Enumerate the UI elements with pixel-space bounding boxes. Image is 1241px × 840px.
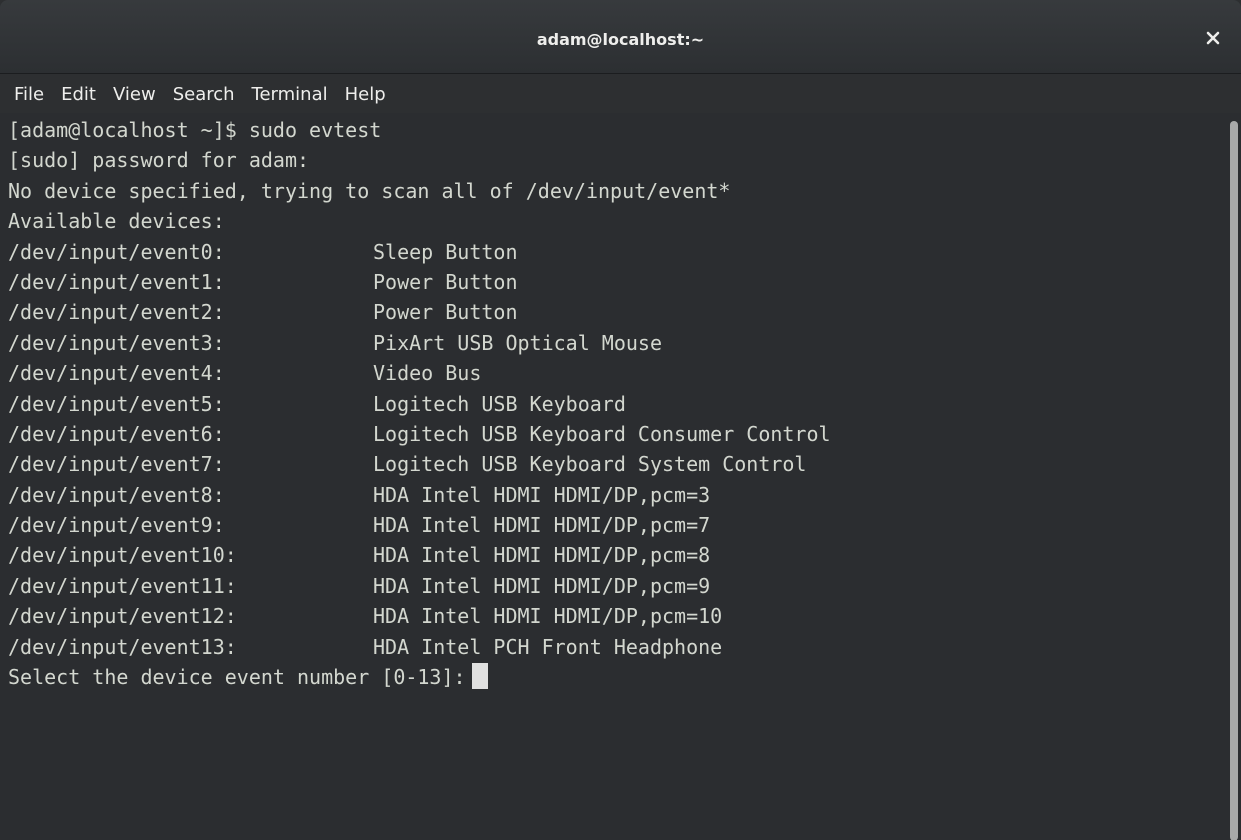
menu-bar: File Edit View Search Terminal Help [0, 75, 1241, 113]
device-row: /dev/input/event6: Logitech USB Keyboard … [8, 419, 1226, 449]
device-path: /dev/input/event6: [8, 421, 225, 446]
scrollbar-thumb[interactable] [1230, 121, 1238, 840]
device-name: PixArt USB Optical Mouse [373, 330, 662, 355]
text-cursor [471, 663, 488, 690]
terminal-output[interactable]: [adam@localhost ~]$ sudo evtest [sudo] p… [0, 113, 1226, 840]
device-name: Power Button [373, 300, 518, 325]
device-row: /dev/input/event4: Video Bus [8, 358, 1226, 388]
device-row: /dev/input/event0: Sleep Button [8, 237, 1226, 267]
menu-edit[interactable]: Edit [55, 84, 102, 105]
device-name: Logitech USB Keyboard Consumer Control [373, 421, 831, 446]
device-name: HDA Intel HDMI HDMI/DP,pcm=8 [373, 543, 711, 568]
terminal-line: [adam@localhost ~]$ sudo evtest [8, 118, 382, 142]
device-name: HDA Intel HDMI HDMI/DP,pcm=7 [373, 513, 711, 538]
device-row: /dev/input/event9: HDA Intel HDMI HDMI/DP… [8, 510, 1226, 540]
scrollbar[interactable] [1226, 113, 1241, 840]
device-name: HDA Intel HDMI HDMI/DP,pcm=9 [373, 573, 711, 598]
device-name: Sleep Button [373, 239, 518, 264]
device-path: /dev/input/event5: [8, 391, 225, 416]
device-name: Power Button [373, 269, 518, 294]
device-row: /dev/input/event7: Logitech USB Keyboard … [8, 449, 1226, 479]
close-button[interactable] [1201, 26, 1225, 50]
device-row: /dev/input/event5: Logitech USB Keyboard [8, 389, 1226, 419]
window-title: adam@localhost:~ [536, 30, 705, 49]
device-path: /dev/input/event11: [8, 573, 237, 598]
device-name: Logitech USB Keyboard System Control [373, 452, 807, 477]
terminal-window: adam@localhost:~ File Edit View Search T… [0, 0, 1241, 840]
device-name: HDA Intel HDMI HDMI/DP,pcm=3 [373, 482, 711, 507]
device-row: /dev/input/event2: Power Button [8, 297, 1226, 327]
device-path: /dev/input/event8: [8, 482, 225, 507]
device-row: /dev/input/event12: HDA Intel HDMI HDMI/D… [8, 601, 1226, 631]
device-path: /dev/input/event0: [8, 239, 225, 264]
device-name: HDA Intel HDMI HDMI/DP,pcm=10 [373, 604, 723, 629]
terminal-line: No device specified, trying to scan all … [8, 178, 731, 203]
device-path: /dev/input/event12: [8, 604, 237, 629]
device-path: /dev/input/event7: [8, 452, 225, 477]
menu-file[interactable]: File [8, 84, 50, 105]
device-path: /dev/input/event9: [8, 513, 225, 538]
device-path: /dev/input/event10: [8, 543, 237, 568]
device-path: /dev/input/event3: [8, 330, 225, 355]
device-row: /dev/input/event10: HDA Intel HDMI HDMI/D… [8, 540, 1226, 570]
device-path: /dev/input/event1: [8, 269, 225, 294]
prompt-text: Select the device event number [0-13]: [8, 665, 466, 690]
device-row: /dev/input/event13: HDA Intel PCH Front H… [8, 632, 1226, 662]
terminal-line: Available devices: [8, 209, 225, 234]
menu-help[interactable]: Help [339, 84, 392, 105]
device-row: /dev/input/event1: Power Button [8, 267, 1226, 297]
menu-view[interactable]: View [107, 84, 162, 105]
device-path: /dev/input/event2: [8, 300, 225, 325]
menu-search[interactable]: Search [167, 84, 241, 105]
device-name: HDA Intel PCH Front Headphone [373, 634, 723, 659]
device-name: Logitech USB Keyboard [373, 391, 626, 416]
device-row: /dev/input/event3: PixArt USB Optical Mou… [8, 328, 1226, 358]
terminal-line: [sudo] password for adam: [8, 148, 310, 173]
prompt-line[interactable]: Select the device event number [0-13]: [8, 662, 1226, 692]
title-bar[interactable]: adam@localhost:~ [0, 0, 1241, 74]
device-path: /dev/input/event4: [8, 361, 225, 386]
close-icon [1206, 31, 1220, 45]
device-path: /dev/input/event13: [8, 634, 237, 659]
device-row: /dev/input/event8: HDA Intel HDMI HDMI/DP… [8, 480, 1226, 510]
menu-terminal[interactable]: Terminal [246, 84, 334, 105]
device-name: Video Bus [373, 361, 482, 386]
device-row: /dev/input/event11: HDA Intel HDMI HDMI/D… [8, 571, 1226, 601]
